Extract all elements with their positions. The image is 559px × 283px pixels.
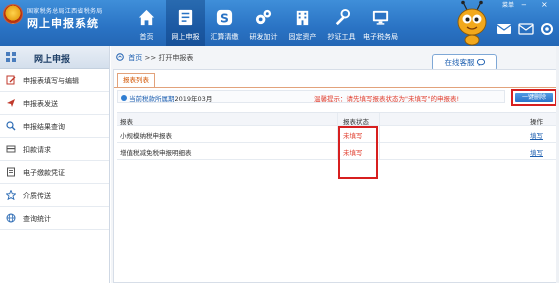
nav-tax-tools[interactable]: 抄证工具 [322,0,361,46]
nav-label: 首页 [139,33,154,41]
report-list-panel: 报表列表 当前税款所属期2019年03月 温馨提示：请先填写报表状态为"未填写"… [113,69,559,283]
menu-link[interactable]: 菜单 [502,0,514,9]
nav-annual-settlement[interactable]: S 汇算清缴 [205,0,244,46]
globe-icon [6,213,16,223]
sidebar-item-label: 申报表填写与编辑 [23,77,79,85]
main-content: 首页 >> 打开申报表 在线客服 报表列表 当前税款所属期2019年03月 温馨… [111,46,559,283]
document-icon [176,8,195,27]
sidebar-header: 网上申报 [0,46,109,69]
nav-label: 抄证工具 [327,33,356,41]
edit-icon [6,75,16,85]
nav-label: 网上申报 [171,33,200,41]
mascot-bee-icon [450,0,494,46]
sidebar: 网上申报 申报表填写与编辑 申报表发送 申报结果查询 扣款请求 电子缴款凭证 介… [0,46,110,283]
building-icon [293,8,312,27]
sidebar-title: 网上申报 [34,55,71,65]
tax-period-value: 2019年03月 [174,95,213,103]
tax-period: 当前税款所属期2019年03月 [121,93,212,103]
dollar-icon: S [215,8,234,27]
breadcrumb-home[interactable]: 首页 [128,54,142,62]
gears-icon [254,8,273,27]
table-header: 报表 报表状态 操作 [117,112,557,126]
nav-online-filing[interactable]: 网上申报 [166,0,205,46]
nav-e-tax-bureau[interactable]: 电子税务局 [361,0,400,46]
tab-underline [114,87,558,88]
sidebar-item-result-query[interactable]: 申报结果查询 [0,115,109,138]
fill-link[interactable]: 填写 [530,130,543,140]
breadcrumb-current: 打开申报表 [158,54,194,62]
monitor-icon [371,8,390,27]
one-click-delete-button[interactable]: 一键删除 [515,93,553,102]
breadcrumb: 首页 >> 打开申报表 [116,53,193,63]
tools-icon [332,8,351,27]
column-divider [337,126,338,142]
info-icon [121,95,127,101]
column-divider [337,143,338,159]
warm-tip: 温馨提示：请先填写报表状态为"未填写"的申报表! [314,95,460,103]
grid-icon [6,52,16,62]
nav-rd-deduction[interactable]: 研发加计 [244,0,283,46]
info-bar: 当前税款所属期2019年03月 温馨提示：请先填写报表状态为"未填写"的申报表! [117,90,505,103]
sidebar-item-label: 介质传送 [23,192,51,200]
column-divider [379,143,380,159]
sidebar-item-label: 申报结果查询 [23,123,65,131]
payment-icon [6,144,16,154]
header-status: 报表状态 [343,118,369,126]
sidebar-item-label: 申报表发送 [23,100,58,108]
fill-link[interactable]: 填写 [530,147,543,157]
table-row: 增值税减免税申报明细表 未填写 填写 [117,143,557,160]
receipt-icon [6,167,16,177]
sidebar-item-receipt[interactable]: 电子缴款凭证 [0,161,109,184]
sidebar-item-statistics[interactable]: 查询统计 [0,207,109,230]
report-name: 小规模纳税申报表 [120,132,172,140]
settings-icon[interactable] [539,22,555,36]
nav-home[interactable]: 首页 [127,0,166,46]
logo-subtitle: 国家税务总局江西省税务局 [27,8,103,15]
sidebar-item-fill-edit[interactable]: 申报表填写与编辑 [0,69,109,92]
breadcrumb-separator: >> [144,54,157,62]
app-header: 国家税务总局江西省税务局 网上申报系统 首页 网上申报 S 汇算清缴 研发加计 [0,0,559,46]
report-status: 未填写 [343,149,363,157]
report-name: 增值税减免税申报明细表 [120,149,192,157]
svg-text:S: S [220,11,229,25]
close-button[interactable]: × [541,0,548,9]
nav-label: 汇算清缴 [210,33,239,41]
column-divider [379,113,380,125]
message-icon[interactable] [496,22,512,36]
mail-icon[interactable] [518,22,534,36]
column-divider [379,126,380,142]
tax-emblem-logo [3,4,23,24]
nav-label: 研发加计 [249,33,278,41]
report-table: 报表 报表状态 操作 小规模纳税申报表 未填写 填写 增值税减免税申报明细表 未… [117,112,557,160]
chat-bubble-icon [476,56,485,66]
sidebar-item-payment[interactable]: 扣款请求 [0,138,109,161]
sidebar-item-label: 电子缴款凭证 [23,169,65,177]
tax-period-label: 当前税款所属期 [129,95,175,103]
header-operation: 操作 [530,118,543,126]
search-icon [6,121,16,131]
one-click-delete-highlight: 一键删除 [511,89,557,106]
tab-report-list[interactable]: 报表列表 [117,73,155,87]
sidebar-item-media-transfer[interactable]: 介质传送 [0,184,109,207]
top-nav: 首页 网上申报 S 汇算清缴 研发加计 固定资产 抄证工具 电子税务局 [127,0,400,46]
sidebar-item-label: 查询统计 [23,215,51,223]
header-report: 报表 [120,118,133,126]
sidebar-item-label: 扣款请求 [23,146,51,154]
nav-label: 固定资产 [288,33,317,41]
online-service-label: 在线客服 [444,58,475,67]
home-icon [137,8,156,27]
column-divider [337,113,338,125]
send-icon [6,98,16,108]
nav-label: 电子税务局 [363,33,398,41]
report-status: 未填写 [343,132,363,140]
minimize-button[interactable]: − [521,1,527,9]
nav-fixed-assets[interactable]: 固定资产 [283,0,322,46]
home-icon [116,53,124,61]
star-icon [5,189,17,201]
table-row: 小规模纳税申报表 未填写 填写 [117,126,557,143]
app-title: 网上申报系统 [27,17,99,30]
sidebar-item-send[interactable]: 申报表发送 [0,92,109,115]
